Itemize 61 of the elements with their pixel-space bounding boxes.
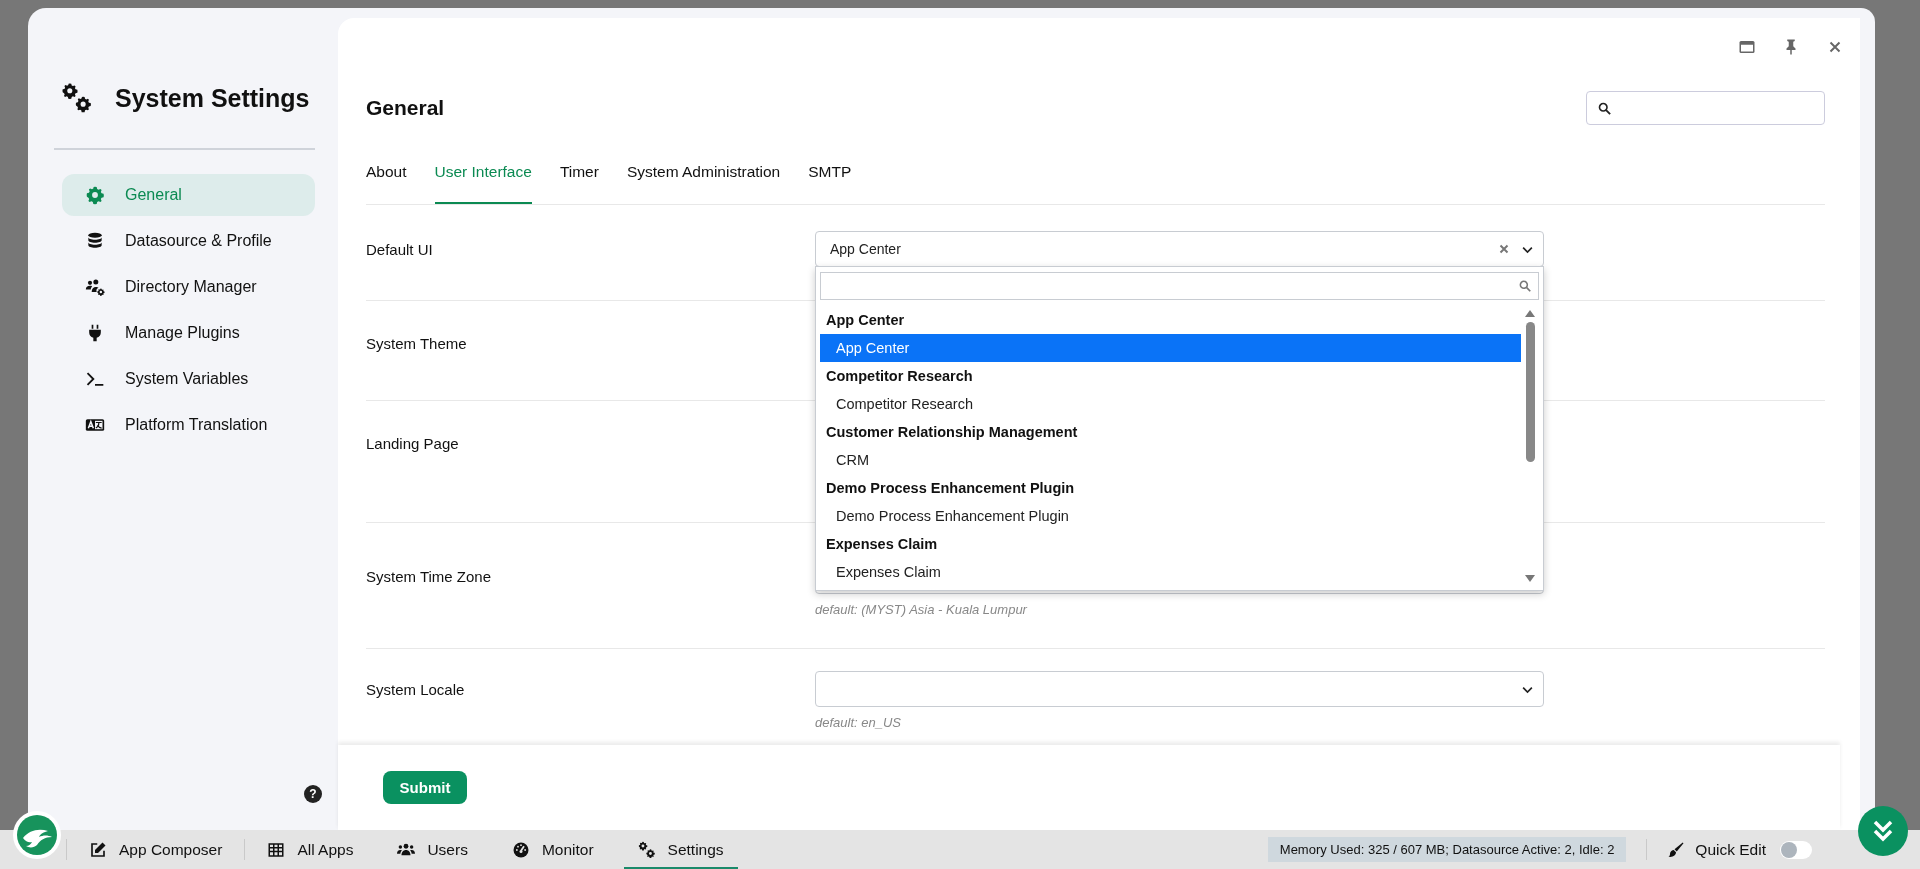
grid-icon (267, 840, 286, 859)
option-group-label: Expenses Claim (825, 535, 939, 554)
gears-icon (61, 82, 93, 114)
gauge-icon (511, 840, 530, 859)
sidebar-item[interactable]: Platform Translation (62, 404, 315, 446)
dropdown-option[interactable]: Demo Process Enhancement Plugin (820, 502, 1521, 530)
clear-icon[interactable] (1498, 243, 1510, 255)
users-gear-icon (85, 277, 105, 297)
taskbar-item[interactable]: App Composer (75, 830, 237, 869)
sidebar-item[interactable]: General (62, 174, 315, 216)
field-label: System Time Zone (366, 566, 493, 587)
sidebar-item[interactable]: Manage Plugins (62, 312, 315, 354)
gear-icon (85, 185, 105, 205)
dropdown-option[interactable]: App Center (820, 334, 1521, 362)
tab[interactable]: Timer (559, 142, 599, 204)
sidebar-item[interactable]: Directory Manager (62, 266, 315, 308)
tab[interactable]: About (366, 142, 407, 204)
dropdown-option[interactable]: Competitor Research (820, 390, 1521, 418)
taskbar-item[interactable]: Settings (623, 830, 738, 869)
submit-button[interactable]: Submit (383, 771, 467, 804)
gears-icon (637, 840, 656, 859)
field-label: Default UI (366, 239, 434, 260)
taskbar-item[interactable]: Monitor (497, 830, 608, 869)
dropdown-search-field[interactable] (820, 272, 1539, 300)
tab[interactable]: SMTP (808, 142, 852, 204)
help-button[interactable]: ? (304, 785, 322, 803)
search-icon (1597, 100, 1612, 116)
page-title: General (366, 96, 445, 120)
memory-status: Memory Used: 325 / 607 MB; Datasource Active: 2, Idle: 2 (1267, 837, 1627, 862)
scroll-up-icon[interactable] (1524, 308, 1536, 318)
window-icon[interactable] (1738, 38, 1756, 56)
field-hint: default: en_US (815, 715, 902, 730)
taskbar-item[interactable]: Users (383, 830, 482, 869)
tab[interactable]: System Administration (626, 142, 781, 204)
select-field[interactable]: App Center (815, 231, 1544, 267)
tab[interactable]: User Interface (434, 142, 532, 204)
logo-icon[interactable] (12, 810, 62, 860)
sidebar-title: System Settings (115, 83, 310, 113)
dropdown-option[interactable]: CRM (820, 446, 1521, 474)
edit-icon (89, 840, 107, 859)
dropdown-option[interactable]: Expenses Claim (820, 558, 1521, 586)
field-label: System Locale (366, 679, 466, 700)
option-group-label: Competitor Research (825, 367, 974, 386)
quick-edit-label: Quick Edit (1695, 840, 1766, 859)
chevrons-down-icon[interactable] (1858, 806, 1908, 856)
field-hint: default: (MYST) Asia - Kuala Lumpur (815, 602, 1029, 617)
scrollbar-thumb[interactable] (1525, 322, 1535, 462)
option-group-label: Customer Relationship Management (825, 423, 1079, 442)
toggle-switch[interactable] (1780, 840, 1812, 859)
brush-icon (1667, 840, 1686, 859)
option-group-label: App Center (825, 311, 906, 330)
select-field[interactable] (815, 671, 1544, 707)
sidebar-item[interactable]: Datasource & Profile (62, 220, 315, 262)
database-icon (85, 231, 105, 251)
search-field[interactable] (1586, 91, 1825, 125)
field-label: System Theme (366, 333, 468, 354)
option-group-label: Demo Process Enhancement Plugin (825, 479, 1076, 498)
taskbar-item[interactable]: All Apps (253, 830, 368, 869)
search-icon (1518, 279, 1532, 293)
sidebar-item[interactable]: System Variables (62, 358, 315, 400)
field-label: Landing Page (366, 433, 460, 454)
